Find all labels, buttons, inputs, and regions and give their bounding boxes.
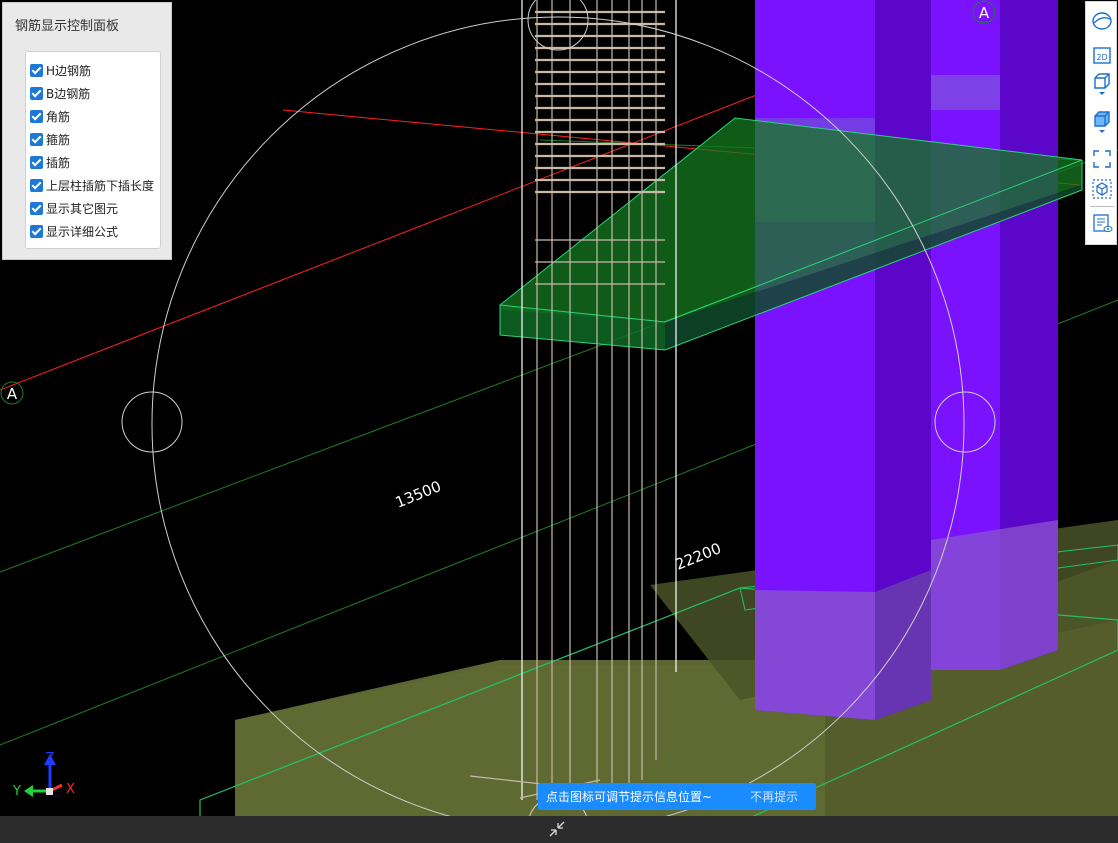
3d-wireframe-icon[interactable]	[1089, 70, 1115, 96]
option-stirrup[interactable]: 箍筋	[30, 129, 70, 149]
axis-label-left: A	[7, 385, 18, 403]
option-dowel[interactable]: 插筋	[30, 152, 70, 172]
column-right-back[interactable]	[931, 0, 1058, 670]
checkbox-icon[interactable]	[30, 109, 43, 123]
element-select-icon[interactable]	[1089, 176, 1115, 202]
column-right-front[interactable]	[755, 0, 931, 720]
2d-view-icon[interactable]: 2D	[1089, 42, 1115, 68]
checkbox-icon[interactable]	[30, 224, 43, 238]
fullscreen-icon[interactable]	[1089, 146, 1115, 172]
option-b-side-rebar[interactable]: B边钢筋	[30, 83, 90, 103]
axis-label-top: A	[979, 4, 990, 22]
option-show-detail-formula[interactable]: 显示详细公式	[30, 221, 118, 241]
checkbox-icon[interactable]	[30, 132, 43, 146]
axis-triad: Z Y X	[12, 751, 75, 799]
option-show-other-elements[interactable]: 显示其它图元	[30, 198, 118, 218]
dimension-left-label: 13500	[393, 477, 444, 512]
checkbox-icon[interactable]	[30, 86, 43, 100]
toolbar-separator	[1090, 206, 1114, 207]
axis-x-label: X	[66, 782, 75, 797]
axis-y-label: Y	[12, 784, 21, 799]
option-upper-dowel-length[interactable]: 上层柱插筋下插长度	[30, 175, 154, 195]
panel-options: H边钢筋 B边钢筋 角筋 箍筋 插筋 上层柱插筋下插长度 显示其它图元 显示详细…	[25, 51, 161, 249]
hint-message: 点击图标可调节提示信息位置~	[546, 790, 713, 804]
2d-label: 2D	[1096, 53, 1107, 62]
dont-show-again-link[interactable]: 不再提示	[750, 788, 798, 805]
dimension-right-label: 22200	[673, 539, 724, 574]
axis-marker-left: A	[0, 381, 24, 405]
checkbox-icon[interactable]	[30, 155, 43, 169]
option-h-side-rebar[interactable]: H边钢筋	[30, 60, 91, 80]
rebar-display-panel: 钢筋显示控制面板 H边钢筋 B边钢筋 角筋 箍筋 插筋 上层柱插筋下插长度 显示…	[2, 2, 172, 260]
axis-z-label: Z	[46, 751, 55, 766]
checkbox-icon[interactable]	[30, 63, 43, 77]
orbit-icon[interactable]	[1089, 8, 1115, 34]
3d-solid-icon[interactable]	[1089, 108, 1115, 134]
view-toolbar: 2D	[1085, 1, 1117, 245]
checkbox-icon[interactable]	[30, 201, 43, 215]
collapse-icon[interactable]	[548, 820, 566, 838]
option-corner-rebar[interactable]: 角筋	[30, 106, 70, 126]
property-view-icon[interactable]	[1089, 210, 1115, 236]
panel-title: 钢筋显示控制面板	[15, 19, 120, 34]
hint-tooltip[interactable]: 点击图标可调节提示信息位置~ 不再提示	[538, 783, 816, 810]
checkbox-icon[interactable]	[30, 178, 43, 192]
